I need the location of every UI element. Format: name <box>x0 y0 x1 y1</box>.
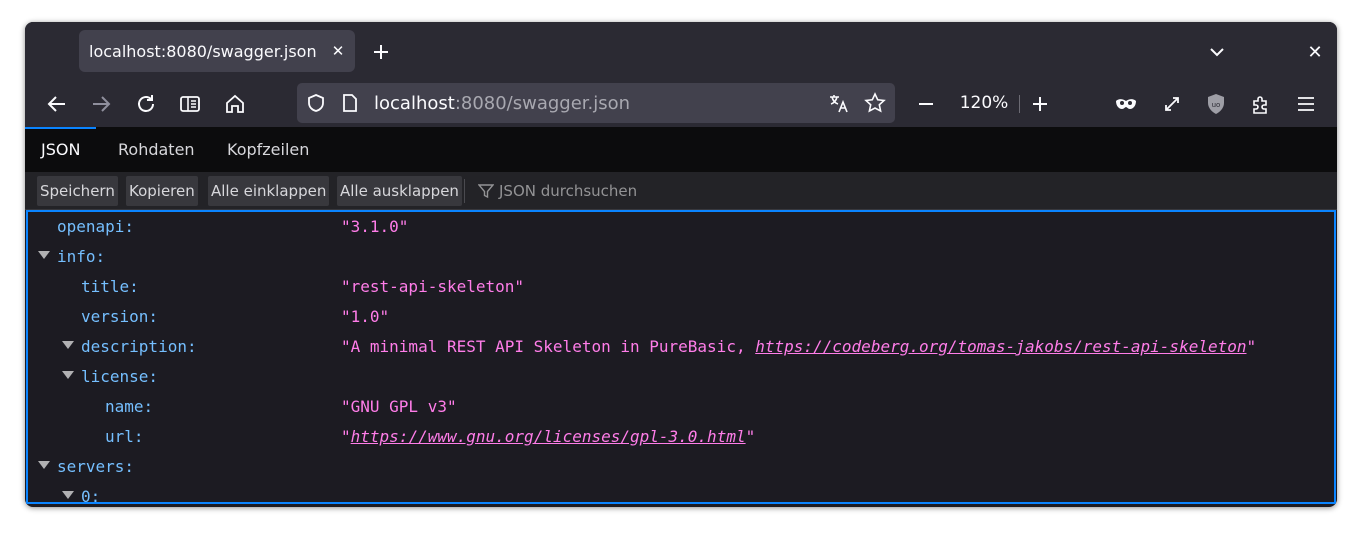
url-text[interactable]: localhost:8080/swagger.json <box>374 93 630 114</box>
bookmark-star-icon[interactable] <box>864 92 886 114</box>
expand-triangle-icon[interactable] <box>38 461 50 469</box>
tree-row-license[interactable]: license: <box>28 362 1334 392</box>
tree-row-servers[interactable]: servers: <box>28 452 1334 482</box>
filter-funnel-icon <box>477 182 495 200</box>
expand-triangle-icon[interactable] <box>62 341 74 349</box>
json-filter-input[interactable]: JSON durchsuchen <box>477 176 637 206</box>
translate-icon[interactable] <box>828 92 850 114</box>
tree-row-server-0[interactable]: 0: <box>28 482 1334 504</box>
extensions-puzzle-icon[interactable] <box>1246 89 1276 119</box>
copy-button[interactable]: Kopieren <box>126 176 198 206</box>
value-suffix: " <box>745 427 756 446</box>
svg-text:uo: uo <box>1212 101 1221 109</box>
value-prefix: " <box>341 427 351 446</box>
tree-value: "1.0" <box>341 307 390 326</box>
value-suffix: " <box>1246 337 1257 356</box>
shield-icon[interactable] <box>305 92 327 114</box>
collapse-all-button[interactable]: Alle einklappen <box>208 176 330 206</box>
url-host: localhost <box>374 93 455 114</box>
tree-key: openapi: <box>57 217 135 236</box>
tree-value: "rest-api-skeleton" <box>341 277 525 296</box>
forward-arrow-icon[interactable] <box>86 89 116 119</box>
reader-view-icon[interactable] <box>175 89 205 119</box>
tree-row-name[interactable]: name: "GNU GPL v3" <box>28 392 1334 422</box>
url-path: :8080/swagger.json <box>454 93 631 114</box>
hamburger-menu-icon[interactable] <box>1291 89 1321 119</box>
tree-value: "3.1.0" <box>341 217 409 236</box>
tree-row-title[interactable]: title: "rest-api-skeleton" <box>28 272 1334 302</box>
zoom-separator <box>1019 95 1020 113</box>
value-prefix: "A minimal REST API Skeleton in PureBasi… <box>341 337 756 356</box>
expand-triangle-icon[interactable] <box>62 371 74 379</box>
new-tab-icon[interactable] <box>369 40 393 64</box>
close-tab-icon[interactable]: ✕ <box>327 40 349 62</box>
tree-value: "A minimal REST API Skeleton in PureBasi… <box>341 337 1256 356</box>
tree-key: url: <box>105 427 144 446</box>
json-viewer-toolbar: Speichern Kopieren Alle einklappen Alle … <box>25 172 1337 210</box>
expand-all-button[interactable]: Alle ausklappen <box>337 176 462 206</box>
tree-row-info[interactable]: info: <box>28 242 1334 272</box>
toolbar-divider <box>464 179 465 203</box>
tree-row-url[interactable]: url: "https://www.gnu.org/licenses/gpl-3… <box>28 422 1334 452</box>
zoom-in-icon[interactable] <box>1027 89 1053 119</box>
tab-json[interactable]: JSON <box>25 127 97 172</box>
filter-placeholder: JSON durchsuchen <box>499 182 638 200</box>
zoom-out-icon[interactable] <box>913 89 939 119</box>
tree-key: version: <box>81 307 159 326</box>
json-tree[interactable]: openapi: "3.1.0" info: title: "rest-api-… <box>26 210 1336 504</box>
tree-row-openapi[interactable]: openapi: "3.1.0" <box>28 212 1334 242</box>
url-bar[interactable]: localhost:8080/swagger.json <box>297 83 895 123</box>
browser-tab[interactable]: localhost:8080/swagger.json ✕ <box>79 30 355 72</box>
tree-key: description: <box>81 337 197 356</box>
expand-triangle-icon[interactable] <box>62 491 74 499</box>
chevron-down-icon[interactable] <box>1205 40 1229 64</box>
fullscreen-icon[interactable] <box>1157 89 1187 119</box>
tree-key: name: <box>105 397 154 416</box>
json-viewer-tabs: JSON Rohdaten Kopfzeilen <box>25 127 1337 172</box>
back-arrow-icon[interactable] <box>42 89 72 119</box>
navigation-toolbar: localhost:8080/swagger.json 120% uo <box>25 81 1337 127</box>
tree-row-version[interactable]: version: "1.0" <box>28 302 1334 332</box>
zoom-level[interactable]: 120% <box>949 93 1019 115</box>
reload-icon[interactable] <box>131 89 161 119</box>
ublock-shield-icon[interactable]: uo <box>1201 89 1231 119</box>
page-icon[interactable] <box>339 92 361 114</box>
description-link[interactable]: https://codeberg.org/tomas-jakobs/rest-a… <box>755 337 1246 356</box>
tree-value: "GNU GPL v3" <box>341 397 457 416</box>
tab-raw-data[interactable]: Rohdaten <box>102 127 211 172</box>
tree-key: title: <box>81 277 139 296</box>
private-browsing-mask-icon[interactable] <box>1111 89 1141 119</box>
tab-headers[interactable]: Kopfzeilen <box>211 127 325 172</box>
window-close-icon[interactable]: ✕ <box>1303 40 1327 64</box>
tab-bar: localhost:8080/swagger.json ✕ ✕ <box>25 22 1337 81</box>
expand-triangle-icon[interactable] <box>38 251 50 259</box>
tree-row-description[interactable]: description: "A minimal REST API Skeleto… <box>28 332 1334 362</box>
tree-key: servers: <box>57 457 135 476</box>
tab-title: localhost:8080/swagger.json <box>89 41 317 61</box>
license-url-link[interactable]: https://www.gnu.org/licenses/gpl-3.0.htm… <box>351 427 746 446</box>
tree-value: "https://www.gnu.org/licenses/gpl-3.0.ht… <box>341 427 755 446</box>
browser-window: localhost:8080/swagger.json ✕ ✕ localhos… <box>25 22 1337 507</box>
tree-key: license: <box>81 367 159 386</box>
tree-key: 0: <box>81 487 101 504</box>
home-icon[interactable] <box>220 89 250 119</box>
tree-key: info: <box>57 247 106 266</box>
save-button[interactable]: Speichern <box>37 176 118 206</box>
